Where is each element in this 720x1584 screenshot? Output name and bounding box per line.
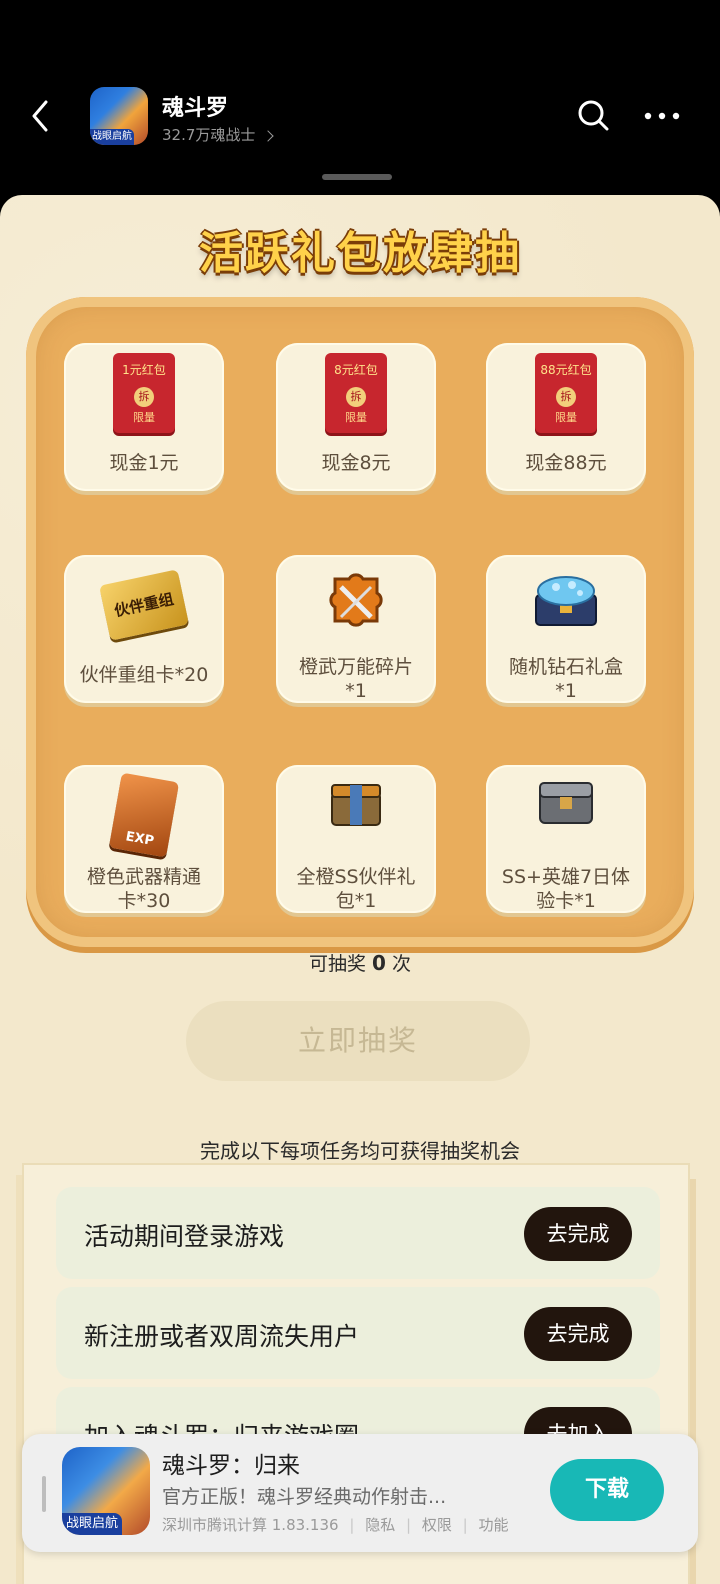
prize-label-line2: 卡*30: [117, 890, 171, 912]
task-row: 新注册或者双周流失用户 去完成: [56, 1287, 660, 1379]
prize-label: 随机钻石礼盒 *1: [492, 655, 640, 703]
prize-label-line1: SS+英雄7日体: [501, 866, 631, 888]
envelope-limit: 限量: [133, 411, 155, 424]
prize-label: 现金8元: [321, 452, 391, 474]
app-title: 魂斗罗：归来: [162, 1453, 300, 1479]
more-dots-icon: [644, 112, 680, 120]
prize-weapon-mastery-card: EXP 橙色武器精通 卡*30: [64, 765, 224, 913]
prize-label-line1: 橙色武器精通: [86, 866, 201, 888]
prize-label: 伙伴重组卡*20: [79, 664, 209, 686]
prize-label-line1: 随机钻石礼盒: [508, 656, 623, 678]
follower-count-text: 32.7万魂战士: [162, 126, 256, 144]
banner-grip[interactable]: [42, 1476, 46, 1512]
partner-card-text: 伙伴重组: [99, 569, 189, 641]
follower-count[interactable]: 32.7万魂战士: [162, 124, 274, 145]
more-options-button[interactable]: [642, 100, 682, 132]
app-icon: 战眼启航: [62, 1447, 150, 1535]
app-meta: 深圳市腾讯计算 1.83.136 | 隐私 | 权限 | 功能: [162, 1514, 509, 1535]
diamond-chest-icon: [526, 565, 606, 639]
avatar-badge: 战眼启航: [90, 129, 134, 145]
prize-ss-hero-trial-card: SS+英雄7日体 验卡*1: [486, 765, 646, 913]
task-row: 活动期间登录游戏 去完成: [56, 1187, 660, 1279]
envelope-limit: 限量: [345, 411, 367, 424]
privacy-link[interactable]: 隐私: [365, 1516, 395, 1534]
exp-card-text: EXP: [124, 829, 156, 849]
prize-label: 现金1元: [109, 452, 179, 474]
chevron-right-icon: [262, 130, 274, 142]
prize-label: 橙武万能碎片 *1: [282, 655, 430, 703]
search-icon: [578, 100, 609, 131]
features-link[interactable]: 功能: [478, 1516, 508, 1534]
draw-count-prefix: 可抽奖: [308, 953, 366, 975]
prize-label-line2: *1: [345, 680, 367, 702]
envelope-seal: 拆: [346, 387, 366, 407]
prize-label: 橙色武器精通 卡*30: [70, 865, 218, 913]
red-envelope-icon: 1元红包 拆 限量: [113, 353, 175, 433]
task-hint: 完成以下每项任务均可获得抽奖机会: [200, 1139, 520, 1163]
game-avatar[interactable]: 战眼启航: [90, 87, 148, 145]
envelope-text: 8元红包: [334, 363, 378, 377]
draw-now-button[interactable]: 立即抽奖: [186, 1001, 530, 1081]
task-label: 新注册或者双周流失用户: [84, 1322, 360, 1351]
activity-panel: 活跃礼包放肆抽 1元红包 拆 限量 现金1元 8元红包 拆 限量 现金8元 88…: [0, 195, 720, 1584]
draw-count: 可抽奖 0 次: [0, 949, 720, 976]
prize-label-line2: 验卡*1: [536, 890, 596, 912]
red-envelope-icon: 8元红包 拆 限量: [325, 353, 387, 433]
search-button[interactable]: [574, 96, 614, 136]
download-banner[interactable]: 战眼启航 魂斗罗：归来 官方正版！魂斗罗经典动作射击... 深圳市腾讯计算 1.…: [22, 1434, 698, 1552]
prize-diamond-box: 随机钻石礼盒 *1: [486, 555, 646, 703]
divider: |: [462, 1516, 468, 1534]
envelope-text: 88元红包: [540, 363, 592, 377]
promo-title: 活跃礼包放肆抽: [199, 228, 521, 279]
prize-ss-partner-pack: 全橙SS伙伴礼 包*1: [276, 765, 436, 913]
developer-version: 深圳市腾讯计算 1.83.136: [162, 1516, 339, 1534]
red-envelope-icon: 88元红包 拆 限量: [535, 353, 597, 433]
puzzle-shard-icon: [315, 565, 397, 649]
top-header: 战眼启航 魂斗罗 32.7万魂战士: [0, 0, 720, 195]
drag-handle[interactable]: [322, 174, 392, 180]
envelope-limit: 限量: [555, 411, 577, 424]
divider: |: [349, 1516, 355, 1534]
game-title[interactable]: 魂斗罗: [162, 90, 228, 122]
envelope-seal: 拆: [134, 387, 154, 407]
prize-orange-weapon-shard: 橙武万能碎片 *1: [276, 555, 436, 703]
partner-card-icon: 伙伴重组: [99, 565, 189, 641]
prize-partner-reset-card: 伙伴重组 伙伴重组卡*20: [64, 555, 224, 703]
permissions-link[interactable]: 权限: [422, 1516, 452, 1534]
prize-label-line2: 包*1: [335, 890, 377, 912]
prize-label: SS+英雄7日体 验卡*1: [492, 865, 640, 913]
prize-label-line1: 橙武万能碎片: [298, 656, 413, 678]
draw-count-suffix: 次: [392, 953, 412, 975]
prize-label-line2: *1: [555, 680, 577, 702]
draw-count-value: 0: [372, 951, 386, 975]
divider: |: [406, 1516, 412, 1534]
prize-label: 全橙SS伙伴礼 包*1: [282, 865, 430, 913]
orange-box-icon: [326, 775, 386, 839]
prize-board: 1元红包 拆 限量 现金1元 8元红包 拆 限量 现金8元 88元红包 拆 限量…: [26, 297, 694, 947]
prize-cash-88: 88元红包 拆 限量 现金88元: [486, 343, 646, 491]
envelope-seal: 拆: [556, 387, 576, 407]
back-arrow-icon: [32, 100, 48, 132]
prize-cash-1: 1元红包 拆 限量 现金1元: [64, 343, 224, 491]
prize-label: 现金88元: [525, 452, 607, 474]
task-complete-button[interactable]: 去完成: [524, 1207, 632, 1261]
task-complete-button[interactable]: 去完成: [524, 1307, 632, 1361]
download-button[interactable]: 下载: [550, 1459, 664, 1521]
app-icon-badge: 战眼启航: [62, 1513, 122, 1535]
back-button[interactable]: [22, 96, 62, 136]
prize-cash-8: 8元红包 拆 限量 现金8元: [276, 343, 436, 491]
task-label: 活动期间登录游戏: [84, 1222, 285, 1251]
envelope-text: 1元红包: [122, 363, 166, 377]
exp-card-icon: EXP: [108, 772, 180, 858]
metal-chest-icon: [534, 775, 598, 835]
prize-label-line1: 全橙SS伙伴礼: [296, 866, 416, 888]
app-description: 官方正版！魂斗罗经典动作射击...: [162, 1486, 447, 1508]
